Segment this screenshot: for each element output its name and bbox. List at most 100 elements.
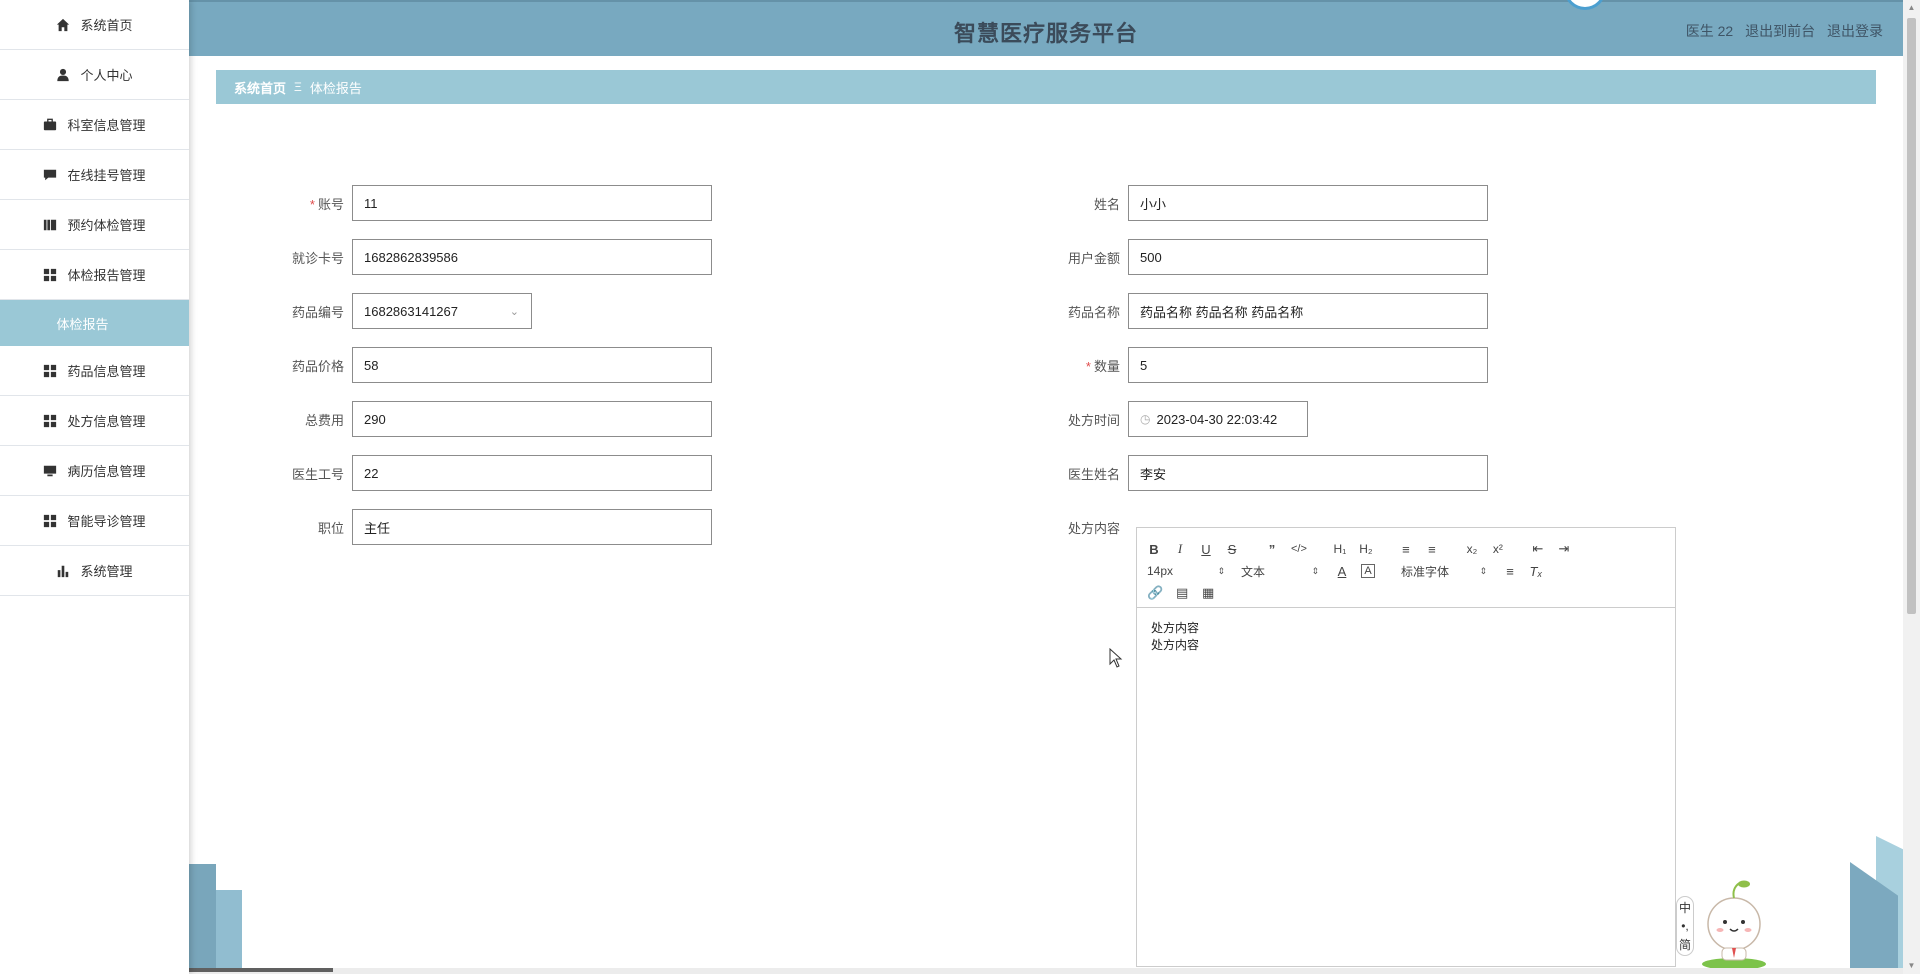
sidebar-item-triage[interactable]: 智能导诊管理 [0,496,189,546]
font-color-icon[interactable]: A [1335,564,1349,579]
blockquote-icon[interactable]: ” [1265,542,1279,557]
comment-icon [43,168,57,182]
outdent-icon[interactable]: ⇤ [1531,541,1545,557]
quantity-input[interactable]: 5 [1128,347,1488,383]
card-no-label: 就诊卡号 [291,250,344,266]
sidebar-item-registration[interactable]: 在线挂号管理 [0,150,189,200]
sidebar-item-home[interactable]: 系统首页 [0,0,189,50]
align-icon[interactable]: ≡ [1503,564,1517,579]
bold-icon[interactable]: B [1147,542,1161,557]
background-color-icon[interactable]: A [1361,564,1375,578]
image-icon[interactable]: ▤ [1175,585,1189,601]
decoration-building-left-2 [216,890,242,974]
rx-time-value: 2023-04-30 22:03:42 [1156,411,1278,427]
sidebar-item-checkup-booking[interactable]: 预约体检管理 [0,200,189,250]
subscript-icon[interactable]: x₂ [1465,542,1479,556]
editor-toolbar: B I U S ” </> H₁ H₂ ≡ ≡ x₂ x² ⇤ ⇥ 14px ⇕… [1137,528,1675,608]
bullet-list-icon[interactable]: ≡ [1425,542,1439,557]
scroll-up-icon[interactable]: ▲ [1907,3,1916,13]
logout-link[interactable]: 退出登录 [1827,23,1883,39]
italic-icon[interactable]: I [1173,541,1187,557]
strikethrough-icon[interactable]: S [1225,542,1239,557]
drug-no-select[interactable]: 1682863141267 ⌄ [352,293,532,329]
superscript-icon[interactable]: x² [1491,542,1505,556]
toolbar-row-1: B I U S ” </> H₁ H₂ ≡ ≡ x₂ x² ⇤ ⇥ [1147,538,1665,560]
app-root: 智慧医疗服务平台 医生 22 退出到前台 退出登录 系统首页 个人中心 科室信息… [0,0,1920,974]
balance-input[interactable]: 500 [1128,239,1488,275]
scroll-down-icon[interactable]: ▼ [1907,961,1916,971]
drug-price-label: 药品价格 [291,358,344,374]
breadcrumb-current: 体检报告 [309,80,362,96]
scroll-thumb[interactable] [1907,18,1916,614]
name-label: 姓名 [1093,196,1120,212]
sidebar-item-label: 系统首页 [80,18,133,33]
account-label: * 账号 [309,196,344,212]
sidebar: 系统首页 个人中心 科室信息管理 在线挂号管理 预约体检管理 体检报告管理 体检… [0,0,189,974]
sidebar-item-label: 个人中心 [80,68,133,83]
ordered-list-icon[interactable]: ≡ [1399,542,1413,557]
editor-content[interactable]: 处方内容 处方内容 [1137,608,1675,666]
horizontal-scrollbar[interactable] [0,968,1903,974]
paragraph-select[interactable]: 文本 ⇕ [1241,563,1319,580]
grid-icon [43,514,57,528]
name-input[interactable]: 小小 [1128,185,1488,221]
form-row-card-no: 就诊卡号 1682862839586 [212,239,712,275]
drug-price-input[interactable]: 58 [352,347,712,383]
sidebar-item-departments[interactable]: 科室信息管理 [0,100,189,150]
sidebar-item-system[interactable]: 系统管理 [0,546,189,596]
sidebar-item-label: 科室信息管理 [67,118,146,133]
sidebar-item-profile[interactable]: 个人中心 [0,50,189,100]
underline-icon[interactable]: U [1199,542,1213,557]
updown-icon: ⇕ [1479,565,1487,576]
sidebar-item-label: 病历信息管理 [67,464,146,479]
bar-chart-icon [56,564,70,578]
sidebar-subitem-checkup-report[interactable]: 体检报告 [0,300,189,346]
position-input[interactable]: 主任 [352,509,712,545]
rx-time-picker[interactable]: ◷ 2023-04-30 22:03:42 [1128,401,1308,437]
indent-icon[interactable]: ⇥ [1557,541,1571,557]
sidebar-item-medical-records[interactable]: 病历信息管理 [0,446,189,496]
form-row-drug-price: 药品价格 58 [212,347,712,383]
mascot-icon[interactable] [1676,874,1776,970]
book-icon [43,218,57,232]
link-icon[interactable]: 🔗 [1147,585,1163,601]
sidebar-item-label: 预约体检管理 [67,218,146,233]
page-scrollbar[interactable]: ▲ ▼ [1903,0,1920,974]
video-icon[interactable]: ▦ [1201,585,1215,601]
doctor-id-input[interactable]: 22 [352,455,712,491]
font-size-select[interactable]: 14px ⇕ [1147,564,1225,578]
card-no-input[interactable]: 1682862839586 [352,239,712,275]
exit-to-front-link[interactable]: 退出到前台 [1745,23,1815,39]
account-input[interactable]: 11 [352,185,712,221]
sidebar-item-label: 体检报告管理 [67,268,146,283]
heading-1-icon[interactable]: H₁ [1333,542,1347,556]
briefcase-icon [43,118,57,132]
clear-format-icon[interactable]: Tₓ [1529,564,1543,579]
grid-icon [43,364,57,378]
quantity-label: * 数量 [1085,358,1120,374]
current-user: 医生 22 [1685,23,1734,39]
drug-name-input[interactable]: 药品名称 药品名称 药品名称 [1128,293,1488,329]
header-avatar[interactable] [1564,0,1606,10]
doctor-name-input[interactable]: 李安 [1128,455,1488,491]
form-row-total: 总费用 290 [212,401,712,437]
font-family-select[interactable]: 标准字体 ⇕ [1401,563,1487,580]
updown-icon: ⇕ [1217,565,1225,576]
grid-icon [43,268,57,282]
breadcrumb-home[interactable]: 系统首页 [234,78,286,97]
header-links: 医生 22 退出到前台 退出登录 [1678,21,1883,41]
code-block-icon[interactable]: </> [1291,543,1307,555]
top-header: 智慧医疗服务平台 医生 22 退出到前台 退出登录 [189,0,1903,56]
heading-2-icon[interactable]: H₂ [1359,542,1373,556]
sidebar-item-prescriptions[interactable]: 处方信息管理 [0,396,189,446]
sidebar-item-drugs[interactable]: 药品信息管理 [0,346,189,396]
editor-line: 处方内容 [1151,621,1200,635]
form-row-quantity: * 数量 5 [988,347,1488,383]
sidebar-item-checkup-reports[interactable]: 体检报告管理 [0,250,189,300]
total-input[interactable]: 290 [352,401,712,437]
form-row-name: 姓名 小小 [988,185,1488,221]
form-row-balance: 用户金额 500 [988,239,1488,275]
form-row-doctor-id: 医生工号 22 [212,455,712,491]
position-label: 职位 [317,520,344,536]
form-row-rx-time: 处方时间 ◷ 2023-04-30 22:03:42 [988,401,1308,437]
